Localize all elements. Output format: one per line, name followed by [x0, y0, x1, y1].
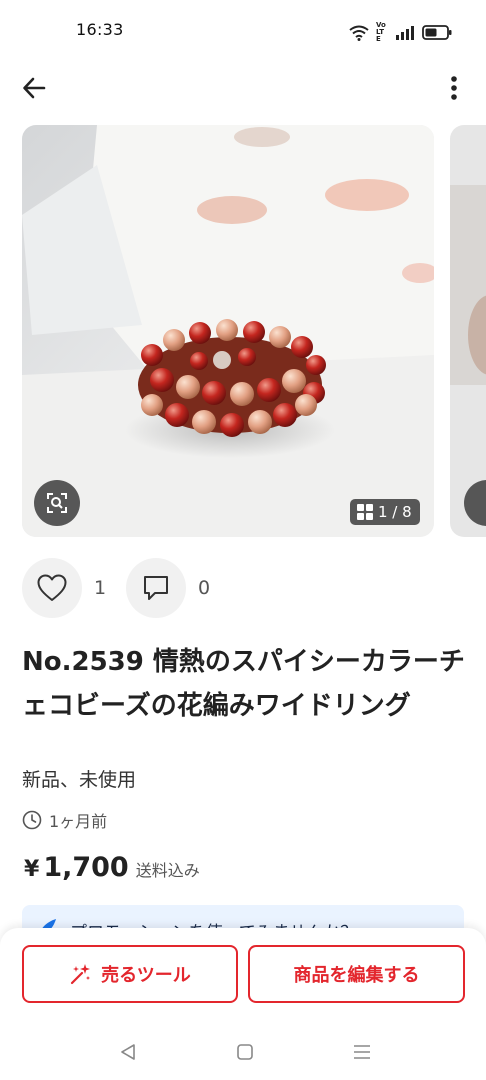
listed-time-text: 1ヶ月前: [49, 812, 108, 831]
image-counter: 1 / 8: [350, 499, 420, 525]
grid-icon: [357, 504, 373, 520]
edit-item-button[interactable]: 商品を編集する: [248, 945, 465, 1003]
sell-tools-button[interactable]: 売るツール: [22, 945, 238, 1003]
comment-button[interactable]: [126, 558, 186, 618]
like-count: 1: [94, 577, 107, 599]
status-time: 16:33: [76, 20, 124, 39]
triangle-back-icon: [121, 1044, 135, 1060]
price-value: 1,700: [43, 852, 129, 883]
listed-time: 1ヶ月前: [22, 808, 107, 832]
nav-recents-button[interactable]: [348, 1038, 376, 1066]
next-product-photo[interactable]: [450, 125, 486, 537]
price-symbol: ¥: [24, 857, 40, 882]
square-home-icon: [237, 1044, 253, 1060]
product-photo[interactable]: 1 / 8: [22, 125, 434, 537]
battery-icon: [422, 25, 452, 40]
next-photo-image: [450, 125, 486, 537]
shipping-label: 送料込み: [135, 861, 200, 880]
system-nav-bar: [0, 1032, 486, 1072]
nav-home-button[interactable]: [231, 1038, 259, 1066]
price: ¥ 1,700 送料込み: [24, 852, 200, 883]
status-bar: 16:33 Vo LTE: [0, 0, 486, 62]
image-counter-text: 1 / 8: [378, 503, 412, 521]
like-action[interactable]: 1: [22, 558, 106, 618]
comment-count: 0: [198, 577, 211, 599]
product-photo-image: [22, 125, 434, 537]
image-search-button[interactable]: [34, 480, 80, 526]
arrow-left-icon: [23, 77, 46, 99]
item-title: No.2539 情熱のスパイシーカラーチェコビーズの花編みワイドリング: [22, 647, 465, 721]
clock-icon: [22, 810, 42, 830]
comment-icon: [144, 576, 168, 600]
nav-back-button[interactable]: [114, 1038, 142, 1066]
volte-icon: Vo LTE: [376, 21, 386, 43]
signal-icon: [396, 25, 414, 40]
edit-item-label: 商品を編集する: [293, 965, 420, 986]
menu-lines-icon: [354, 1045, 370, 1059]
more-options-button[interactable]: [440, 72, 468, 104]
heart-icon: [37, 574, 67, 601]
comment-action[interactable]: 0: [126, 558, 210, 618]
image-carousel[interactable]: 1 / 8: [22, 125, 486, 537]
wifi-icon: [349, 25, 369, 41]
more-vertical-icon: [451, 76, 457, 100]
item-condition: 新品、未使用: [22, 769, 137, 791]
sparkle-wand-icon: [71, 964, 91, 985]
status-icons: Vo LTE: [349, 22, 452, 43]
like-button[interactable]: [22, 558, 82, 618]
back-button[interactable]: [18, 72, 50, 104]
image-search-icon: [47, 493, 67, 513]
sell-tools-label: 売るツール: [101, 965, 191, 986]
